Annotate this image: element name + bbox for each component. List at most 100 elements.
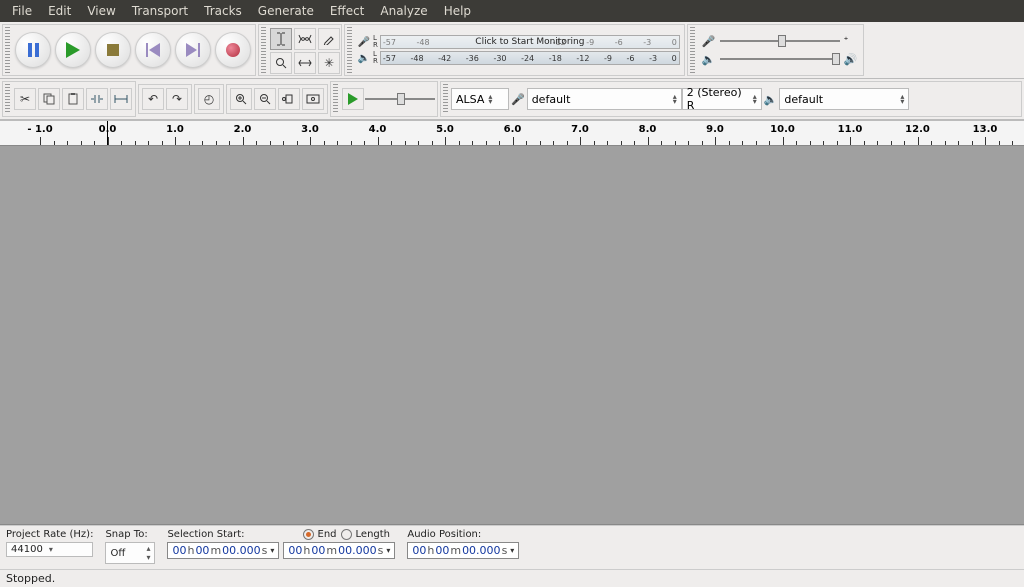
fit-selection-button[interactable]: [278, 88, 300, 110]
playback-device-value: default: [784, 93, 823, 106]
recording-device-combo[interactable]: default▴▾: [527, 88, 682, 110]
toolbar-grip[interactable]: [333, 84, 338, 114]
menu-analyze[interactable]: Analyze: [372, 1, 435, 21]
mic-icon[interactable]: 🎤: [357, 37, 371, 48]
sync-lock-button[interactable]: ◴: [198, 88, 220, 110]
ruler-label: 7.0: [571, 124, 589, 135]
toolbar-grip[interactable]: [443, 84, 448, 114]
envelope-tool[interactable]: [294, 28, 316, 50]
meter-tick: -18: [549, 54, 562, 63]
ruler-label: 2.0: [234, 124, 252, 135]
recording-meter-toolbar: 🎤 LR -57 -48 -12 -9 -6 -3 0 Click to Sta…: [344, 24, 685, 76]
zoom-tool[interactable]: [270, 52, 292, 74]
ruler-label: 8.0: [639, 124, 657, 135]
fit-project-button[interactable]: [302, 88, 324, 110]
menu-transport[interactable]: Transport: [124, 1, 196, 21]
paste-button[interactable]: [62, 88, 84, 110]
project-rate-value: 44100: [11, 544, 43, 555]
monitor-overlay[interactable]: Click to Start Monitoring: [381, 36, 679, 48]
redo-button[interactable]: ↷: [166, 88, 188, 110]
stop-button[interactable]: [95, 32, 131, 68]
playback-volume-slider[interactable]: [720, 52, 840, 66]
playback-device-combo[interactable]: default▴▾: [779, 88, 909, 110]
multi-tool[interactable]: ✳: [318, 52, 340, 74]
redo-icon: ↷: [172, 92, 182, 106]
end-label: End: [318, 529, 337, 540]
end-radio[interactable]: [303, 529, 314, 540]
toolbar-grip[interactable]: [347, 27, 352, 73]
selection-start-label: Selection Start:: [167, 529, 244, 540]
audio-host-value: ALSA: [456, 93, 484, 106]
record-button[interactable]: [215, 32, 251, 68]
zoom-out-button[interactable]: [254, 88, 276, 110]
toolbar-grip[interactable]: [690, 27, 695, 73]
speaker-icon[interactable]: 🔈: [357, 53, 371, 64]
selection-start-time[interactable]: 00h 00m 00.000s▾: [167, 542, 279, 559]
ibeam-icon: [275, 32, 287, 46]
recording-channels-combo[interactable]: 2 (Stereo) R▴▾: [682, 88, 762, 110]
status-bar: Stopped.: [0, 569, 1024, 587]
mic-max-icon: ⁺: [844, 36, 849, 46]
zoom-in-icon: [235, 93, 247, 105]
copy-button[interactable]: [38, 88, 60, 110]
silence-icon: [114, 93, 128, 105]
meter-tick: -30: [493, 54, 506, 63]
project-rate-label: Project Rate (Hz):: [6, 529, 93, 540]
undo-button[interactable]: ↶: [142, 88, 164, 110]
toolbar-row-2: ✂ ↶ ↷ ◴ ALSA▴▾ 🎤 default▴▾ 2 (Stereo) R▴…: [0, 79, 1024, 120]
snap-to-combo[interactable]: Off▴▾: [105, 542, 155, 564]
toolbar-grip[interactable]: [5, 27, 10, 73]
menu-help[interactable]: Help: [436, 1, 479, 21]
speaker-device-icon: 🔈: [762, 93, 780, 106]
zoom-toolbar: [226, 84, 328, 114]
draw-tool[interactable]: [318, 28, 340, 50]
selection-tool[interactable]: [270, 28, 292, 50]
timeshift-tool[interactable]: [294, 52, 316, 74]
play-at-speed-button[interactable]: [342, 88, 364, 110]
playback-meter[interactable]: -57 -48 -42 -36 -30 -24 -18 -12 -9 -6 -3…: [380, 51, 680, 65]
timeline-ruler[interactable]: - 1.00.01.02.03.04.05.06.07.08.09.010.01…: [0, 120, 1024, 146]
cut-button[interactable]: ✂: [14, 88, 36, 110]
speaker-min-icon: 🔈: [702, 53, 716, 66]
toolbar-grip[interactable]: [261, 27, 266, 73]
audio-host-combo[interactable]: ALSA▴▾: [451, 88, 509, 110]
recording-device-value: default: [532, 93, 571, 106]
pause-button[interactable]: [15, 32, 51, 68]
ruler-label: 13.0: [973, 124, 998, 135]
menu-tracks[interactable]: Tracks: [196, 1, 250, 21]
play-button[interactable]: [55, 32, 91, 68]
play-icon: [66, 42, 80, 58]
zoom-out-icon: [259, 93, 271, 105]
pause-icon: [28, 43, 39, 57]
playback-speed-slider[interactable]: [365, 92, 435, 106]
trim-button[interactable]: [86, 88, 108, 110]
recording-meter[interactable]: -57 -48 -12 -9 -6 -3 0 Click to Start Mo…: [380, 35, 680, 49]
menu-edit[interactable]: Edit: [40, 1, 79, 21]
record-icon: [226, 43, 240, 57]
toolbar-grip[interactable]: [5, 84, 10, 114]
recording-volume-slider[interactable]: [720, 34, 840, 48]
skip-start-button[interactable]: [135, 32, 171, 68]
toolbar-row-1: ✳ 🎤 LR -57 -48 -12 -9 -6 -3 0: [0, 22, 1024, 79]
project-rate-combo[interactable]: 44100▾: [6, 542, 93, 557]
ruler-label: 9.0: [706, 124, 724, 135]
track-area[interactable]: [0, 146, 1024, 525]
audio-position-time[interactable]: 00h 00m 00.000s▾: [407, 542, 519, 559]
ruler-label: 11.0: [838, 124, 863, 135]
zoom-in-button[interactable]: [230, 88, 252, 110]
meter-tick: -12: [576, 54, 589, 63]
timeshift-icon: [298, 58, 312, 68]
menu-generate[interactable]: Generate: [250, 1, 322, 21]
snap-to-value: Off: [110, 548, 125, 559]
silence-button[interactable]: [110, 88, 132, 110]
meter-tick: -57: [383, 54, 396, 63]
skip-end-button[interactable]: [175, 32, 211, 68]
menu-view[interactable]: View: [79, 1, 123, 21]
length-radio[interactable]: [341, 529, 352, 540]
selection-end-time[interactable]: 00h 00m 00.000s▾: [283, 542, 395, 559]
menu-effect[interactable]: Effect: [322, 1, 373, 21]
menu-file[interactable]: File: [4, 1, 40, 21]
copy-icon: [43, 93, 55, 105]
meter-tick: -36: [466, 54, 479, 63]
zoom-icon: [275, 57, 287, 69]
